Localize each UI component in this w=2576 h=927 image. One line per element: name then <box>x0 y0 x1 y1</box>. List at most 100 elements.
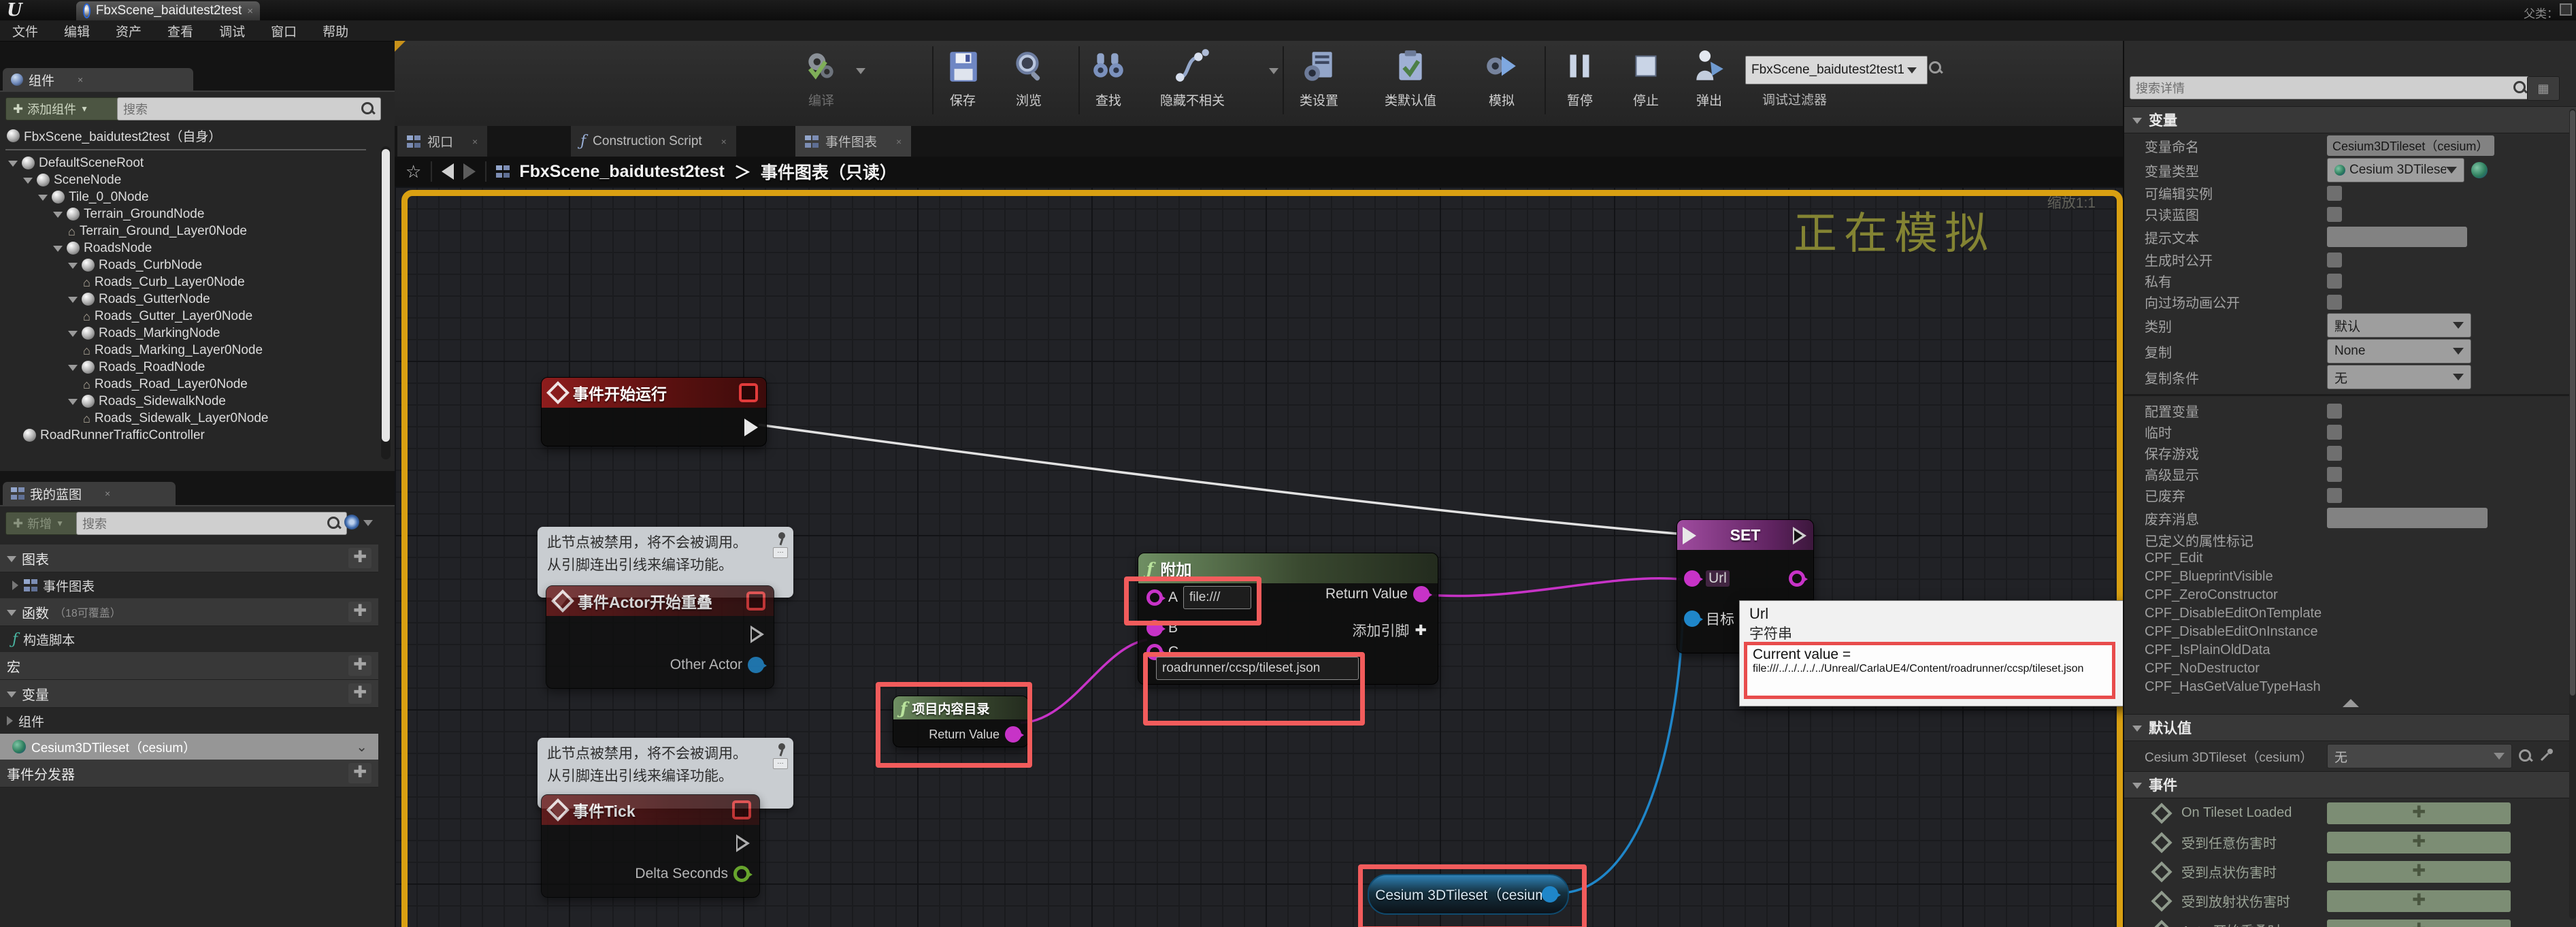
menu-item[interactable]: 调试 <box>219 22 245 40</box>
object-out-pin[interactable] <box>1542 886 1558 902</box>
search-icon[interactable] <box>1929 61 1943 75</box>
checkbox[interactable] <box>2327 253 2342 267</box>
save-button[interactable]: 保存 <box>944 48 981 109</box>
menu-item[interactable]: 窗口 <box>271 22 297 40</box>
node-project-content-dir[interactable]: ƒ 项目内容目录 Return Value <box>893 696 1029 747</box>
tree-item[interactable]: DefaultSceneRoot <box>0 154 373 172</box>
menu-item[interactable]: 帮助 <box>323 22 348 40</box>
target-pin[interactable]: 目标 <box>1684 608 1734 629</box>
expand-arrow-icon[interactable] <box>68 263 78 269</box>
add-component-button[interactable]: ✚ 添加组件 ▼ <box>5 97 122 120</box>
bp-item-组件[interactable]: 组件 <box>0 708 378 734</box>
class-defaults-button[interactable]: 类默认值 <box>1385 48 1436 109</box>
bp-item-Cesium3DTileset（cesium）[interactable]: Cesium3DTileset（cesium）⌄ <box>0 734 378 760</box>
node-event-begin-play[interactable]: 事件开始运行 <box>541 377 767 446</box>
browse-button[interactable]: 浏览 <box>1010 48 1047 109</box>
chevron-down-icon[interactable] <box>363 520 373 526</box>
pin-a-value-input[interactable]: file:/// <box>1183 586 1251 609</box>
variable-type-dropdown[interactable]: Cesium 3DTilese <box>2327 158 2464 182</box>
tab-components[interactable]: 组件 × <box>3 68 193 91</box>
close-icon[interactable]: × <box>105 488 110 499</box>
pin-a[interactable]: A file:/// <box>1146 586 1251 609</box>
expand-arrow-icon[interactable] <box>8 161 18 167</box>
section-宏[interactable]: 宏✚ <box>0 652 378 680</box>
expand-arrow-icon[interactable] <box>53 212 63 218</box>
add-button[interactable]: ✚ <box>348 548 371 568</box>
visibility-eye-icon[interactable] <box>344 515 359 530</box>
tree-item[interactable]: ⌂Roads_Sidewalk_Layer0Node <box>0 410 373 427</box>
add-event-button[interactable]: ✚ <box>2327 920 2511 927</box>
add-event-button[interactable]: ✚ <box>2327 861 2511 883</box>
my-blueprint-search-input[interactable]: 搜索 <box>76 512 347 535</box>
document-tab[interactable]: FbxScene_baidutest2test × <box>76 1 260 20</box>
pause-button[interactable]: 暂停 <box>1562 48 1598 109</box>
find-button[interactable]: 查找 <box>1090 48 1127 109</box>
dropdown[interactable]: 默认 <box>2327 313 2471 338</box>
tab-my-blueprint[interactable]: 我的蓝图 × <box>3 482 176 505</box>
other-actor-pin[interactable]: Other Actor <box>670 657 764 673</box>
pin-b[interactable]: B <box>1146 620 1178 636</box>
graph-tab-Construction Script[interactable]: ƒConstruction Script× <box>571 126 737 157</box>
exec-out-pin[interactable] <box>736 834 750 852</box>
pin-c-value-input[interactable]: roadrunner/ccsp/tileset.json <box>1156 657 1359 680</box>
return-value-pin[interactable]: Return Value <box>1325 586 1430 602</box>
tree-item[interactable]: SceneNode <box>0 172 373 189</box>
url-in-pin[interactable]: Url <box>1684 570 1730 587</box>
comment-bubble-icon[interactable]: … <box>773 547 788 558</box>
tree-item[interactable]: Terrain_GroundNode <box>0 206 373 223</box>
section-函数[interactable]: 函数（18可覆盖）✚ <box>0 598 378 626</box>
exec-out-pin[interactable] <box>750 625 764 643</box>
display-options-button[interactable]: ▦ <box>2527 76 2560 101</box>
dropdown[interactable]: None <box>2327 339 2471 363</box>
checkbox[interactable] <box>2327 488 2342 503</box>
checkbox[interactable] <box>2327 467 2342 482</box>
section-事件[interactable]: 事件 <box>2124 771 2576 798</box>
add-button[interactable]: ✚ <box>348 655 371 676</box>
checkbox[interactable] <box>2327 295 2342 310</box>
graph-tab-视口[interactable]: 视口× <box>397 126 488 157</box>
add-event-button[interactable]: ✚ <box>2327 802 2511 824</box>
add-button[interactable]: ✚ <box>348 683 371 704</box>
text-field[interactable] <box>2327 508 2488 528</box>
favorite-star-icon[interactable]: ☆ <box>406 161 421 182</box>
components-search-input[interactable]: 搜索 <box>117 97 381 120</box>
tree-item-self[interactable]: FbxScene_baidutest2test（自身） <box>7 127 361 144</box>
expand-arrow-icon[interactable] <box>68 297 78 303</box>
scrollbar[interactable] <box>381 146 391 459</box>
section-变量[interactable]: 变量✚ <box>0 680 378 708</box>
node-event-tick[interactable]: 事件Tick Delta Seconds <box>541 794 760 898</box>
tree-item[interactable]: ⌂Roads_Marking_Layer0Node <box>0 342 373 359</box>
chevron-down-icon[interactable] <box>856 68 865 74</box>
eject-button[interactable]: 弹出 <box>1691 48 1728 109</box>
collapse-button[interactable] <box>2124 699 2576 714</box>
tree-item[interactable]: ⌂Terrain_Ground_Layer0Node <box>0 223 373 240</box>
tree-item[interactable]: RoadRunnerTrafficController <box>0 427 373 444</box>
debug-filter-dropdown[interactable]: FbxScene_baidutest2test1 <box>1745 56 1928 84</box>
graph-tab-事件图表[interactable]: 事件图表× <box>795 126 912 157</box>
section-变量[interactable]: 变量 <box>2124 106 2576 133</box>
bp-item-构造脚本[interactable]: ƒ构造脚本 <box>0 626 378 652</box>
checkbox[interactable] <box>2327 274 2342 289</box>
expand-arrow-icon[interactable] <box>68 365 78 371</box>
checkbox[interactable] <box>2327 207 2342 222</box>
default-value-dropdown[interactable]: 无 <box>2327 744 2512 768</box>
close-icon[interactable]: × <box>78 74 83 85</box>
simulate-button[interactable]: 模拟 <box>1483 48 1520 109</box>
checkbox[interactable] <box>2327 186 2342 201</box>
expand-arrow-icon[interactable] <box>68 331 78 337</box>
comment-bubble-icon[interactable]: … <box>773 758 788 769</box>
section-图表[interactable]: 图表✚ <box>0 544 378 572</box>
menu-item[interactable]: 文件 <box>12 22 38 40</box>
hide-unrelated-button[interactable]: 隐藏不相关 <box>1160 48 1225 109</box>
bp-item-事件图表[interactable]: 事件图表 <box>0 572 378 598</box>
menu-item[interactable]: 编辑 <box>64 22 90 40</box>
text-field[interactable] <box>2327 227 2467 247</box>
tree-item[interactable]: Roads_GutterNode <box>0 291 373 308</box>
add-new-button[interactable]: ✚ 新增 ▼ <box>5 512 80 535</box>
delta-seconds-pin[interactable]: Delta Seconds <box>635 866 750 882</box>
tree-item[interactable]: Roads_MarkingNode <box>0 325 373 342</box>
expand-arrow-icon[interactable] <box>68 399 78 405</box>
return-value-pin[interactable]: Return Value <box>929 726 1021 743</box>
checkbox[interactable] <box>2327 404 2342 419</box>
close-icon[interactable]: × <box>247 5 253 17</box>
